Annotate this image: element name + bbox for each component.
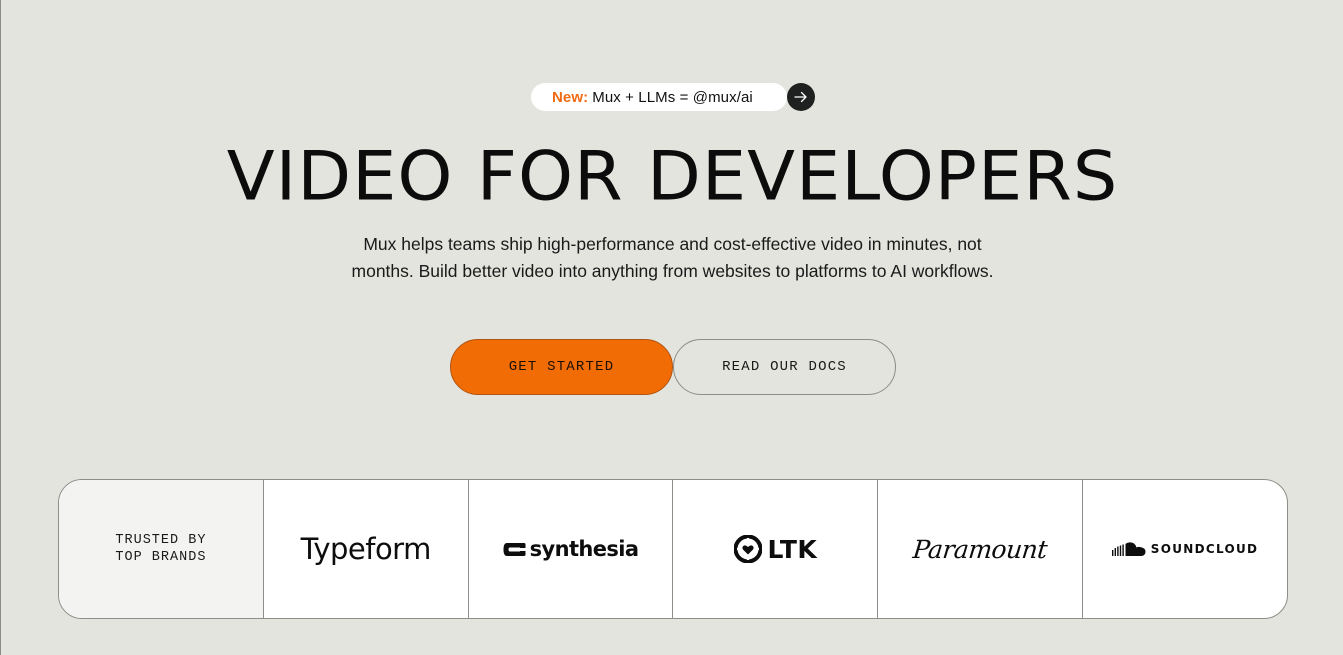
announcement-pill[interactable]: New: Mux + LLMs = @mux/ai <box>531 83 787 111</box>
brand-cell-typeform: Typeform <box>262 480 468 618</box>
page-title: VIDEO FOR DEVELOPERS <box>226 136 1119 216</box>
brand-cell-synthesia: synthesia <box>467 480 673 618</box>
read-docs-button[interactable]: READ OUR DOCS <box>673 339 896 395</box>
brand-cell-soundcloud: SOUNDCLOUD <box>1082 480 1287 618</box>
announcement-new-label: New: <box>552 88 589 106</box>
brand-cell-paramount: Paramount <box>877 480 1082 618</box>
trusted-by-label: TRUSTED BY TOP BRANDS <box>59 480 263 618</box>
announcement-banner[interactable]: New: Mux + LLMs = @mux/ai <box>531 83 815 111</box>
synthesia-wordmark: synthesia <box>529 537 639 561</box>
soundcloud-logo: SOUNDCLOUD <box>1111 541 1259 557</box>
synthesia-mark-icon <box>503 542 526 556</box>
ltk-logo: LTK <box>733 534 818 564</box>
trusted-brands-strip: TRUSTED BY TOP BRANDS Typeform synthesia… <box>58 479 1288 619</box>
hero-subtitle: Mux helps teams ship high-performance an… <box>1 231 1343 285</box>
ltk-wordmark: LTK <box>767 534 818 564</box>
trusted-line-1: TRUSTED BY <box>115 533 207 548</box>
paramount-logo: Paramount <box>911 534 1049 564</box>
brand-cell-ltk: LTK <box>672 480 877 618</box>
hero-subtitle-line-1: Mux helps teams ship high-performance an… <box>363 234 982 254</box>
soundcloud-wordmark: SOUNDCLOUD <box>1150 542 1259 556</box>
soundcloud-mark-icon <box>1111 542 1146 556</box>
ltk-mark-icon <box>733 535 762 563</box>
trusted-line-2: TOP BRANDS <box>115 550 207 565</box>
get-started-button[interactable]: GET STARTED <box>450 339 673 395</box>
typeform-logo: Typeform <box>300 532 432 566</box>
announcement-text: Mux + LLMs = @mux/ai <box>592 88 753 106</box>
hero-subtitle-line-2: months. Build better video into anything… <box>351 261 994 281</box>
synthesia-logo: synthesia <box>503 537 639 561</box>
arrow-right-icon[interactable] <box>787 83 815 111</box>
